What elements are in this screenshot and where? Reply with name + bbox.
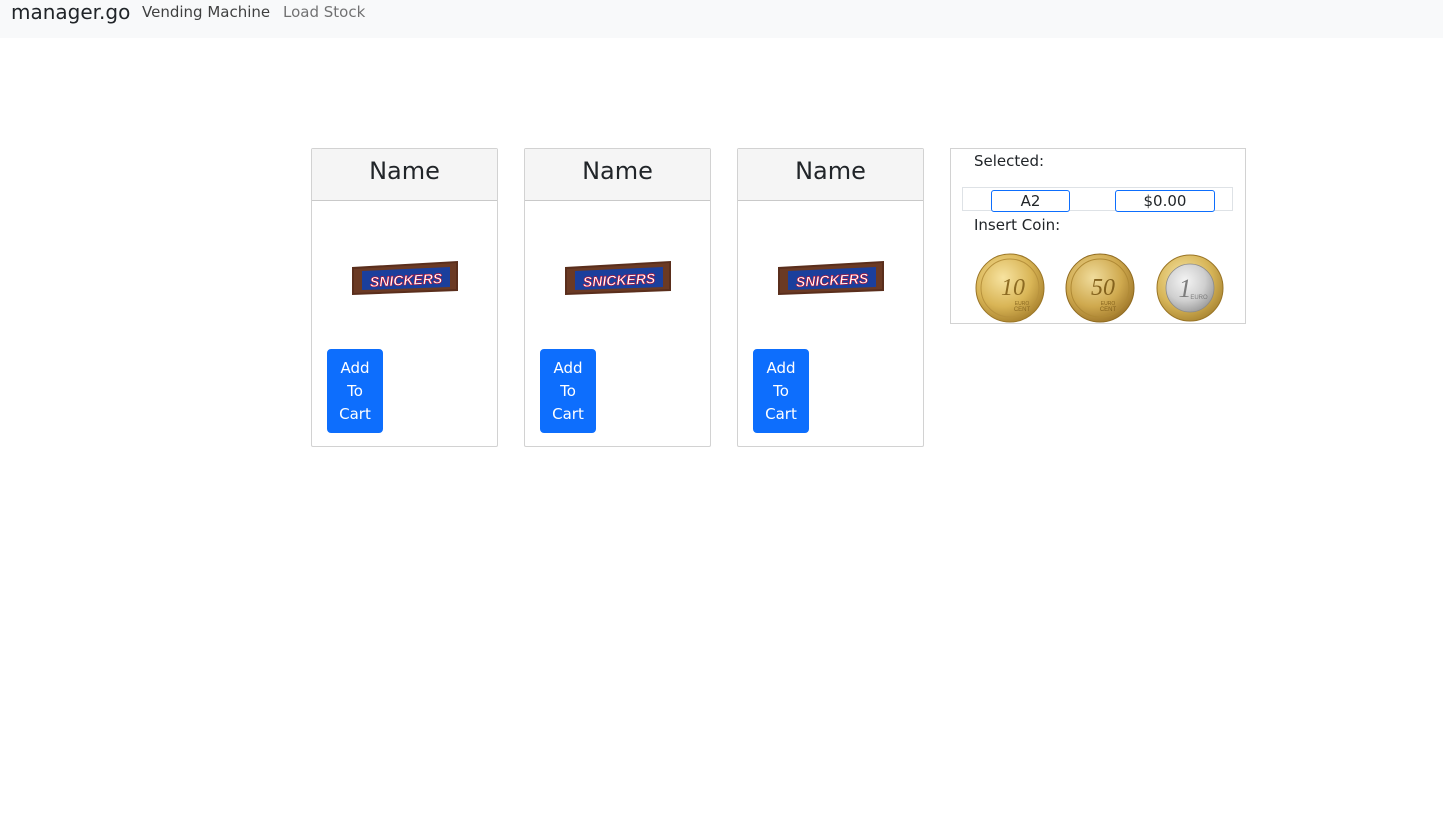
add-to-cart-button[interactable]: Add To Cart [540, 349, 596, 433]
nav-link-load-stock[interactable]: Load Stock [283, 3, 365, 21]
insert-coin-label: Insert Coin: [974, 216, 1061, 234]
50-cent-coin-icon[interactable]: 50 EURO CENT [1065, 253, 1135, 323]
add-to-cart-button[interactable]: Add To Cart [327, 349, 383, 433]
selected-label: Selected: [974, 152, 1045, 170]
snickers-bar-image: SNICKERS [565, 261, 671, 295]
10-cent-coin-icon[interactable]: 10 EURO CENT [975, 253, 1045, 323]
svg-text:10: 10 [1001, 275, 1025, 301]
vending-panel: Selected: Insert Coin: 10 EURO CENT [950, 148, 1246, 324]
product-card: Name SNICKERS Add To Cart [311, 148, 498, 447]
snickers-bar-image: SNICKERS [778, 261, 884, 295]
brand-link[interactable]: manager.go [11, 0, 130, 25]
product-name: Name [738, 149, 923, 201]
nav-link-vending-machine[interactable]: Vending Machine [142, 3, 270, 21]
top-navbar: manager.go Vending Machine Load Stock [0, 0, 1443, 38]
1-euro-coin-icon[interactable]: 1 EURO [1155, 253, 1225, 323]
svg-text:50: 50 [1091, 275, 1115, 301]
selection-row [962, 187, 1233, 212]
selected-slot-input[interactable] [991, 190, 1070, 212]
product-name: Name [312, 149, 497, 201]
add-to-cart-button[interactable]: Add To Cart [753, 349, 809, 433]
product-card: Name SNICKERS Add To Cart [737, 148, 924, 447]
amount-input[interactable] [1115, 190, 1215, 212]
product-card: Name SNICKERS Add To Cart [524, 148, 711, 447]
svg-text:EURO: EURO [1190, 295, 1208, 301]
svg-text:CENT: CENT [1100, 307, 1117, 313]
snickers-bar-image: SNICKERS [352, 261, 458, 295]
product-name: Name [525, 149, 710, 201]
svg-text:CENT: CENT [1014, 307, 1031, 313]
